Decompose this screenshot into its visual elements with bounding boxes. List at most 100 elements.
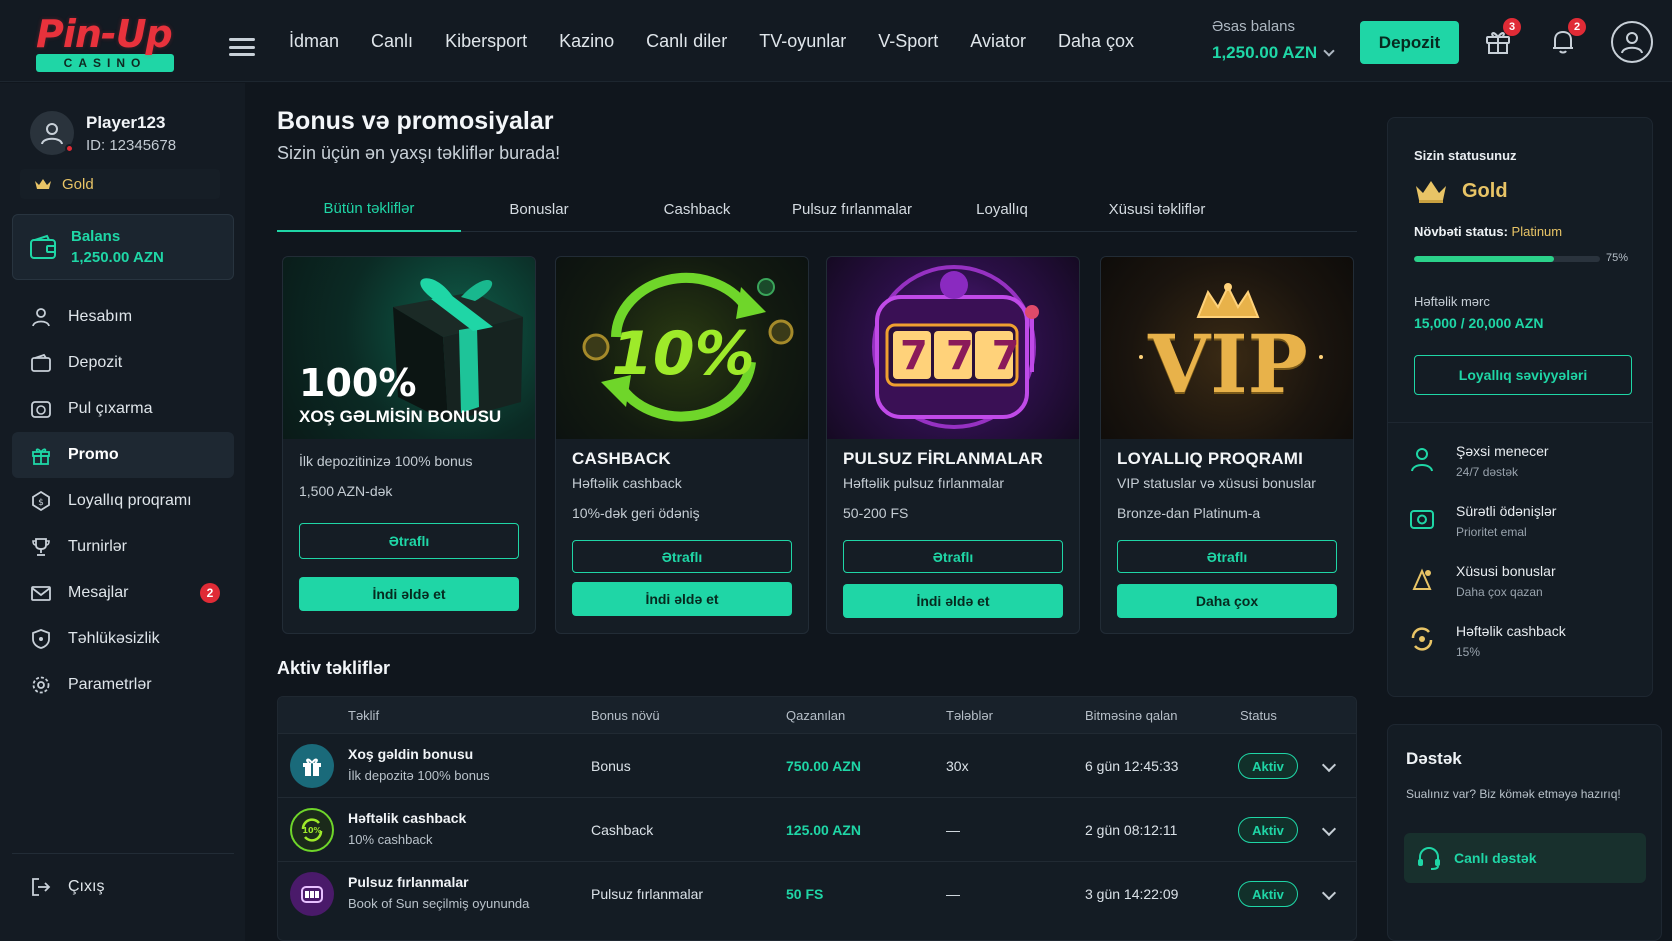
chevron-down-icon[interactable] — [1321, 821, 1337, 837]
welcome-claim-button[interactable]: İndi əldə et — [299, 577, 519, 611]
nav-aviator[interactable]: Aviator — [970, 31, 1026, 52]
offer-subtitle: İlk depozitə 100% bonus — [348, 768, 490, 783]
mail-icon — [31, 586, 51, 601]
tab-bonuses[interactable]: Bonuslar — [461, 187, 617, 232]
nav-tv-oyunlar[interactable]: TV-oyunlar — [759, 31, 846, 52]
sidebar-item-turnirler[interactable]: Turnirlər — [12, 524, 234, 570]
nav-kazino[interactable]: Kazino — [559, 31, 614, 52]
table-row[interactable]: Xoş gəldin bonusu İlk depozitə 100% bonu… — [278, 733, 1356, 797]
sidebar-balance-label: Balans — [71, 228, 121, 245]
loyalty-levels-button[interactable]: Loyallıq səviyyələri — [1414, 355, 1632, 395]
chevron-down-icon[interactable] — [1321, 757, 1337, 773]
perk-title: Sürətli ödənişlər — [1456, 503, 1557, 519]
table-row[interactable]: 10% Həftəlik cashback 10% cashback Cashb… — [278, 797, 1356, 861]
chevron-down-icon[interactable] — [1323, 45, 1335, 57]
nav-daha-cox[interactable]: Daha çox — [1058, 31, 1134, 52]
sidebar-item-hesabim[interactable]: Hesabım — [12, 294, 234, 340]
promo-tabs: Bütün təkliflər Bonuslar Cashback Pulsuz… — [277, 187, 1357, 232]
balance-value-row[interactable]: 1,250.00 AZN — [1212, 43, 1342, 63]
col-status: Status — [1240, 707, 1277, 723]
offer-type: Cashback — [591, 822, 654, 838]
gift-icon — [303, 758, 321, 776]
col-offer: Təklif — [348, 707, 380, 723]
hamburger-menu-icon[interactable] — [229, 38, 255, 56]
online-status-dot — [65, 144, 74, 153]
cashback-icon: 10% — [301, 818, 323, 842]
withdraw-icon — [31, 401, 51, 418]
free-spins-details-button[interactable]: Ətraflı — [843, 540, 1063, 573]
profile-button[interactable] — [1611, 21, 1653, 63]
tab-cashback[interactable]: Cashback — [617, 187, 777, 232]
page-title: Bonus və promosiyalar — [277, 107, 554, 135]
svg-text:$: $ — [38, 498, 44, 508]
tab-free-spins[interactable]: Pulsuz fırlanmalar — [777, 187, 927, 232]
loyalty-details-button[interactable]: Ətraflı — [1117, 540, 1337, 573]
tab-loyalty[interactable]: Loyallıq — [927, 187, 1077, 232]
perk-personal-manager: Şəxsi menecer 24/7 dəstək — [1406, 443, 1636, 491]
cashback-claim-button[interactable]: İndi əldə et — [572, 582, 792, 616]
bell-badge: 2 — [1568, 18, 1586, 36]
deposit-button[interactable]: Depozit — [1360, 21, 1459, 64]
sidebar-item-parametrler[interactable]: Parametrlər — [12, 662, 234, 708]
nav-canli[interactable]: Canlı — [371, 31, 413, 52]
avatar[interactable] — [30, 111, 74, 155]
divider — [1388, 422, 1652, 423]
card-detail: 1,500 AZN-dək — [299, 483, 393, 499]
sidebar-item-promo[interactable]: Promo — [12, 432, 234, 478]
offer-type: Pulsuz fırlanmalar — [591, 886, 704, 902]
loyalty-icon: $ — [32, 491, 50, 511]
loyalty-more-button[interactable]: Daha çox — [1117, 584, 1337, 618]
col-bonus-type: Bonus növü — [591, 707, 660, 723]
promo-card-welcome: 100% XOŞ GƏLMİSİN BONUSU İlk depozitiniz… — [282, 256, 536, 634]
nav-idman[interactable]: İdman — [289, 31, 339, 52]
card-description: İlk depozitinizə 100% bonus — [299, 453, 473, 469]
promo-card-cashback: 10% CASHBACK Həftəlik cashback 10%-dək g… — [555, 256, 809, 634]
offer-subtitle: Book of Sun seçilmiş oyununda — [348, 896, 530, 911]
tab-special-offers[interactable]: Xüsusi təkliflər — [1077, 187, 1237, 232]
svg-text:10%: 10% — [302, 826, 321, 835]
live-support-button[interactable]: Canlı dəstək — [1404, 833, 1646, 883]
sidebar-item-label: Mesajlar — [68, 584, 129, 601]
trophy-icon — [32, 538, 50, 556]
sidebar-item-pul-cixarma[interactable]: Pul çıxarma — [12, 386, 234, 432]
offer-name: Xoş gəldin bonusu — [348, 746, 474, 762]
nav-canli-diler[interactable]: Canlı diler — [646, 31, 727, 52]
perk-subtitle: 15% — [1456, 645, 1481, 659]
promo-card-free-spins: 777 PULSUZ FİRLANMALAR Həftəlik pulsuz f… — [826, 256, 1080, 634]
table-row[interactable]: Pulsuz fırlanmalar Book of Sun seçilmiş … — [278, 861, 1356, 925]
user-profile[interactable]: Player123 ID: 12345678 — [30, 111, 176, 155]
gift-button[interactable]: 3 — [1483, 18, 1521, 56]
header-balance[interactable]: Əsas balans 1,250.00 AZN — [1212, 18, 1342, 63]
user-id: ID: 12345678 — [86, 136, 177, 154]
cashback-details-button[interactable]: Ətraflı — [572, 540, 792, 573]
logout-button[interactable]: Çıxış — [12, 864, 234, 910]
shield-icon — [32, 629, 50, 649]
offer-icon: 10% — [290, 808, 334, 852]
card-title: PULSUZ FİRLANMALAR — [843, 449, 1044, 468]
promo-card-loyalty: VIP LOYALLIQ PROQRAMI VIP statuslar və x… — [1100, 256, 1354, 634]
logout-icon — [32, 878, 51, 896]
notifications-button[interactable]: 2 — [1548, 18, 1586, 56]
user-level: Gold — [20, 169, 220, 199]
offer-time-left: 6 gün 12:45:33 — [1085, 758, 1179, 774]
sidebar-item-mesajlar[interactable]: Mesajlar 2 — [12, 570, 234, 616]
nav-v-sport[interactable]: V-Sport — [878, 31, 938, 52]
nav-kibersport[interactable]: Kibersport — [445, 31, 527, 52]
sidebar-item-depozit[interactable]: Depozit — [12, 340, 234, 386]
weekly-wager-value: 15,000 / 20,000 AZN — [1414, 315, 1544, 331]
sidebar-item-label: Təhlükəsizlik — [68, 630, 160, 647]
sidebar-item-label: Hesabım — [68, 308, 133, 325]
sidebar-item-tehlukesizlik[interactable]: Təhlükəsizlik — [12, 616, 234, 662]
sidebar-balance-card[interactable]: Balans 1,250.00 AZN — [12, 214, 234, 280]
left-sidebar: Player123 ID: 12345678 Gold Balans 1,250… — [0, 83, 245, 941]
free-spins-claim-button[interactable]: İndi əldə et — [843, 584, 1063, 618]
chevron-down-icon[interactable] — [1321, 885, 1337, 901]
pin-up-logo[interactable]: Pin-Up CASINO — [36, 14, 176, 74]
free-spins-image: 777 — [827, 257, 1079, 439]
status-value: Gold — [1462, 179, 1508, 202]
headset-icon — [1418, 847, 1440, 870]
tab-all-offers[interactable]: Bütün təkliflər — [277, 187, 461, 232]
sidebar-item-loyalliq[interactable]: $ Loyallıq proqramı — [12, 478, 234, 524]
gift-badge: 3 — [1503, 18, 1521, 36]
welcome-details-button[interactable]: Ətraflı — [299, 523, 519, 559]
